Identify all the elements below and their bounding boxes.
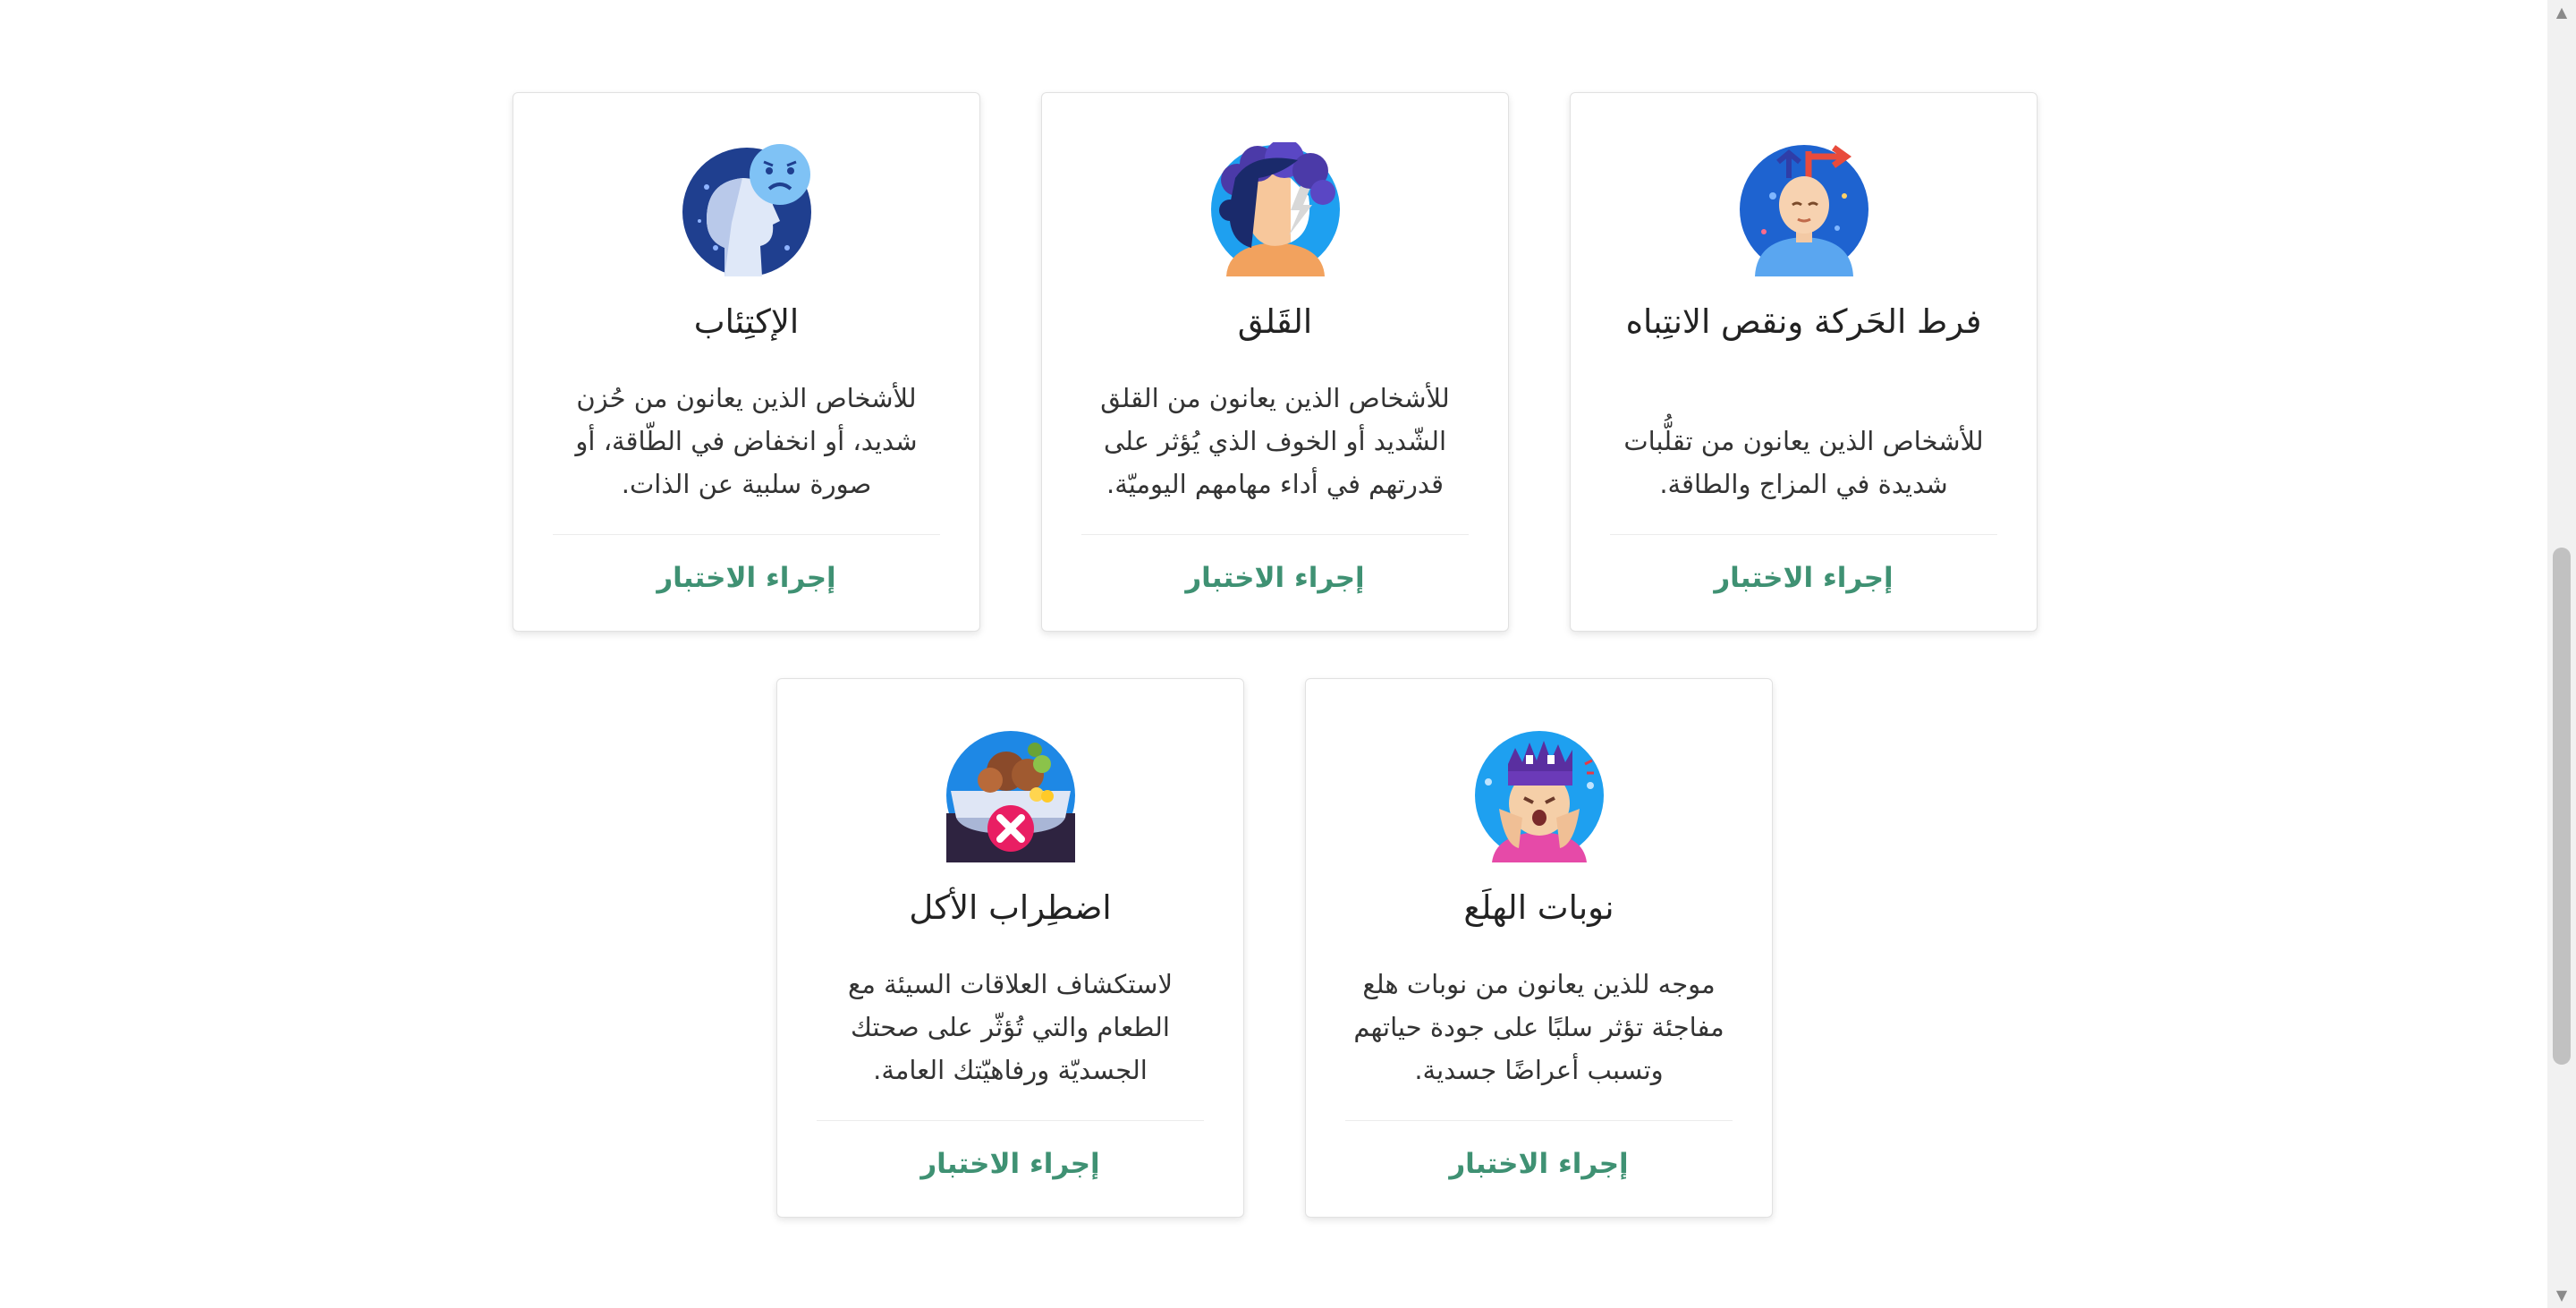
card-title: اضطِراب الأكل	[909, 888, 1112, 927]
card-divider	[1610, 534, 1997, 535]
card-divider	[553, 534, 940, 535]
take-test-link[interactable]: إجراء الاختبار	[1589, 556, 2019, 599]
take-test-link[interactable]: إجراء الاختبار	[1324, 1142, 1754, 1185]
sad-head-icon	[680, 142, 814, 276]
card-divider	[817, 1120, 1204, 1121]
take-test-link[interactable]: إجراء الاختبار	[1060, 556, 1490, 599]
card-title: فرط الحَركة ونقص الانتِباه	[1625, 302, 1982, 341]
card-description: موجه للذين يعانون من نوبات هلع مفاجئة تؤ…	[1353, 969, 1724, 1085]
card-description: للأشخاص الذين يعانون من حُزن شديد، أو ان…	[575, 383, 918, 499]
card-title: الإكتِئاب	[693, 302, 800, 341]
card-divider	[1081, 534, 1469, 535]
test-card-eating-disorder: اضطِراب الأكل لاستكشاف العلاقات السيئة م…	[776, 678, 1244, 1218]
panic-face-icon	[1472, 728, 1606, 862]
vertical-scrollbar[interactable]: ▲ ▼	[2547, 0, 2576, 1308]
scrollbar-thumb[interactable]	[2553, 548, 2571, 1065]
take-test-link[interactable]: إجراء الاختبار	[795, 1142, 1225, 1185]
food-cross-icon	[944, 728, 1078, 862]
test-card-panic: نوبات الهلَع موجه للذين يعانون من نوبات …	[1305, 678, 1773, 1218]
person-mind-arrows-icon	[1737, 142, 1871, 276]
scroll-down-arrow-icon[interactable]: ▼	[2547, 1283, 2576, 1308]
head-lightning-cloud-icon	[1208, 142, 1343, 276]
card-description: للأشخاص الذين يعانون من القلق الشّديد أو…	[1100, 383, 1450, 499]
test-card-adhd: فرط الحَركة ونقص الانتِباه للأشخاص الذين…	[1570, 92, 2038, 632]
take-test-link[interactable]: إجراء الاختبار	[531, 556, 962, 599]
test-card-anxiety: القَلق للأشخاص الذين يعانون من القلق الش…	[1041, 92, 1509, 632]
card-description: لاستكشاف العلاقات السيئة مع الطعام والتي…	[848, 969, 1173, 1085]
test-card-depression: الإكتِئاب للأشخاص الذين يعانون من حُزن ش…	[513, 92, 980, 632]
card-divider	[1345, 1120, 1733, 1121]
scroll-up-arrow-icon[interactable]: ▲	[2547, 0, 2576, 25]
card-description: للأشخاص الذين يعانون من تقلُّبات شديدة ف…	[1623, 426, 1984, 499]
card-title: نوبات الهلَع	[1463, 888, 1614, 927]
card-title: القَلق	[1237, 302, 1313, 341]
